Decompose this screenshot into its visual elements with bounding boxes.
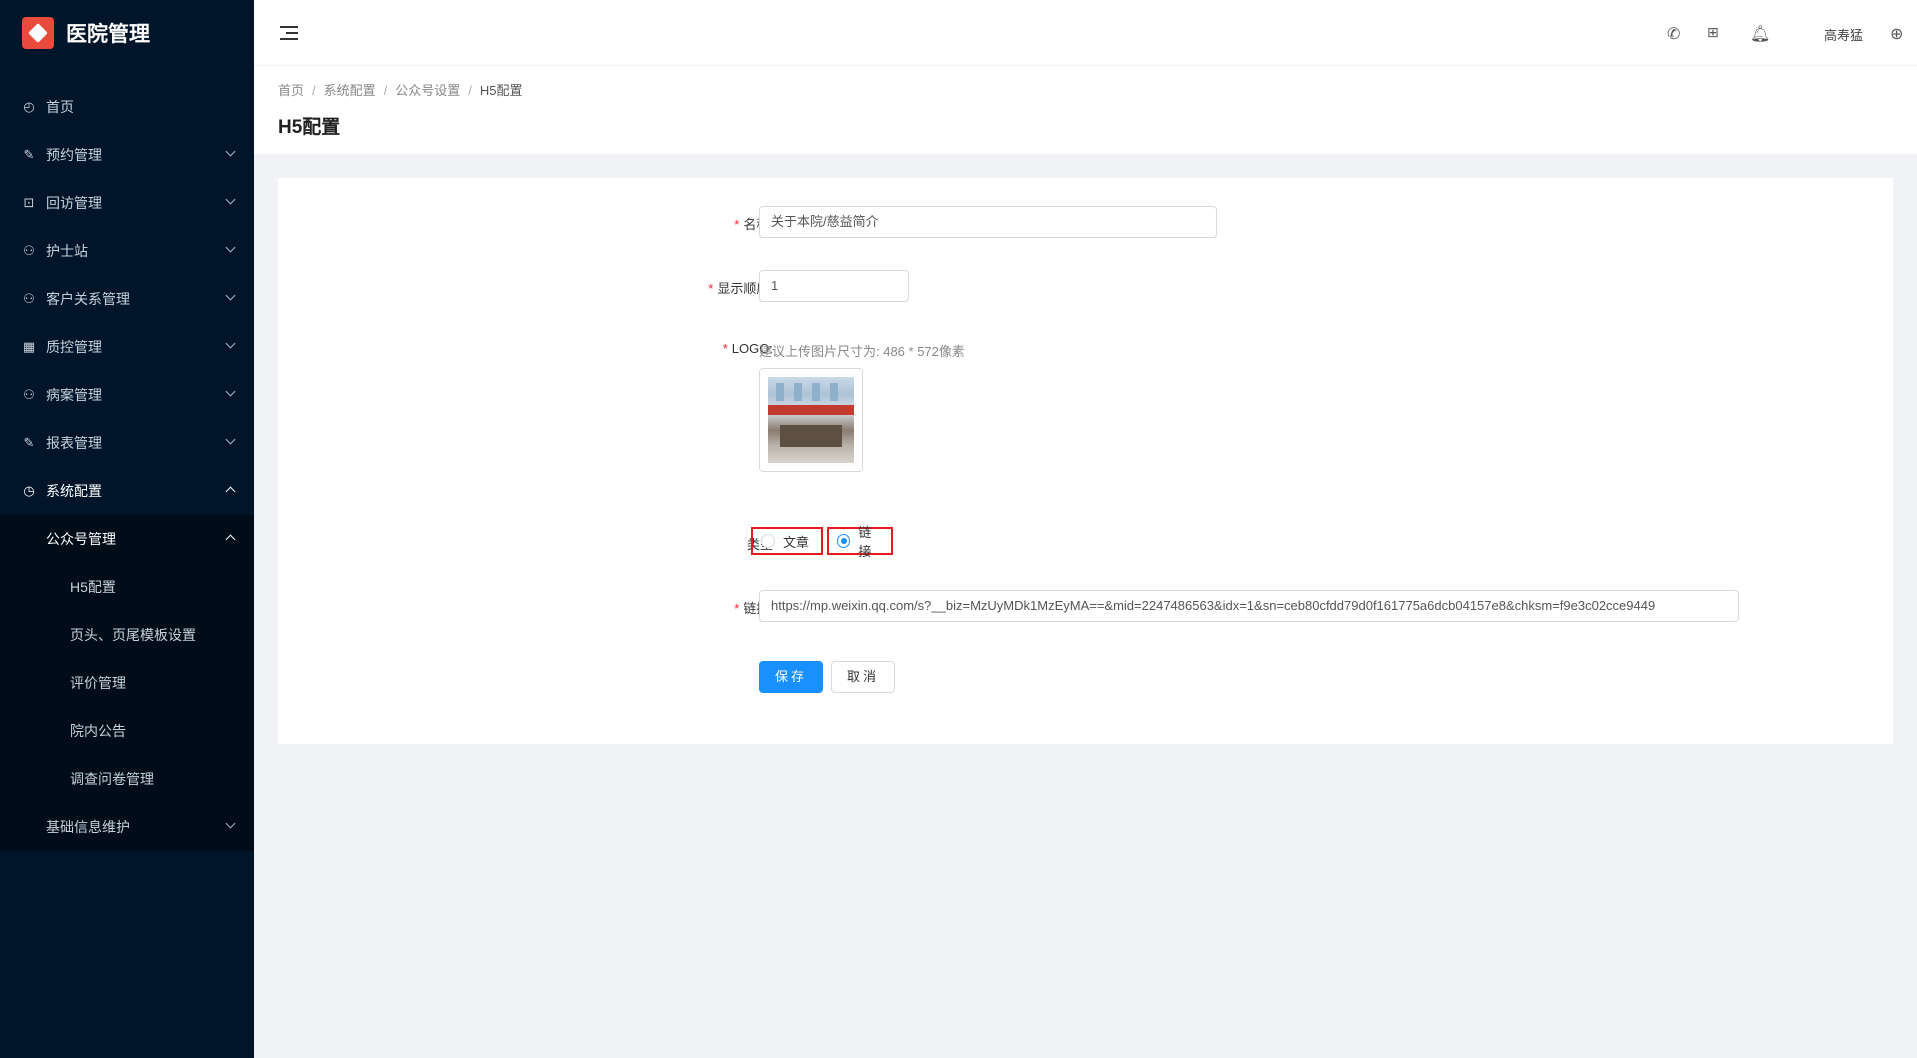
bell-icon[interactable]: 🔔︎ (1750, 24, 1770, 44)
sidebar: 医院管理 ◴ 首页 ✎ 预约管理 ⊡ 回访管理 ⚇ 护士站 ⚇ 客户关系管理 ▦ (0, 0, 254, 1058)
name-input[interactable]: 关于本院/慈益简介 (759, 206, 1217, 238)
sidebar-item-basic-info[interactable]: 基础信息维护 (0, 803, 254, 851)
sidebar-item-label: 质控管理 (46, 339, 102, 355)
user-icon: ⚇ (23, 243, 35, 258)
cancel-button[interactable]: 取消 (831, 661, 895, 693)
sidebar-item-crm[interactable]: ⚇ 客户关系管理 (0, 275, 254, 323)
sidebar-item-home[interactable]: ◴ 首页 (0, 83, 254, 131)
sidebar-item-nurse-station[interactable]: ⚇ 护士站 (0, 227, 254, 275)
sidebar-item-h5-config[interactable]: H5配置 (0, 563, 254, 611)
lock-icon: ⊡ (23, 195, 35, 210)
chevron-down-icon (225, 386, 236, 397)
edit-icon: ✎ (23, 147, 35, 162)
chevron-up-icon (225, 486, 236, 497)
chevron-down-icon (225, 434, 236, 445)
hospital-logo-icon (22, 17, 54, 49)
sidebar-item-label: 护士站 (46, 243, 88, 259)
sidebar-item-label: 回访管理 (46, 195, 102, 211)
table-icon: ▦ (22, 339, 36, 354)
menu-toggle-icon[interactable] (280, 26, 298, 40)
app-title: 医院管理 (66, 23, 150, 46)
sidebar-item-records[interactable]: ⚇ 病案管理 (0, 371, 254, 419)
user-icon: ⚇ (23, 387, 35, 402)
sidebar-item-label: 病案管理 (46, 387, 102, 403)
chevron-down-icon (225, 146, 236, 157)
sidebar-item-label: 调查问卷管理 (70, 771, 154, 787)
sidebar-item-wechat-management[interactable]: 公众号管理 (0, 515, 254, 563)
logo-hint: 建议上传图片尺寸为: 486 * 572像素 (759, 344, 965, 359)
app-logo[interactable]: 医院管理 (0, 0, 254, 66)
sidebar-item-quality[interactable]: ▦ 质控管理 (0, 323, 254, 371)
link-input[interactable]: https://mp.weixin.qq.com/s?__biz=MzUyMDk… (759, 590, 1739, 622)
submenu-system-config: 公众号管理 H5配置 页头、页尾模板设置 评价管理 院内公告 调查问卷管理 基础… (0, 515, 254, 851)
edit-icon: ✎ (23, 435, 35, 450)
form-card: *名称: 关于本院/慈益简介 *显示顺序: 1 *LOGO: 建议上传图片尺寸为… (278, 178, 1893, 744)
breadcrumb-item[interactable]: 系统配置 (324, 83, 376, 98)
sidebar-item-label: H5配置 (70, 579, 116, 595)
grid-icon[interactable]: ⊞ (1707, 24, 1719, 41)
logo-image (768, 377, 854, 463)
chevron-down-icon (225, 818, 236, 829)
chevron-down-icon (225, 242, 236, 253)
type-radio-article[interactable]: 文章 (751, 527, 823, 555)
save-button[interactable]: 保存 (759, 661, 823, 693)
sidebar-item-label: 预约管理 (46, 147, 102, 163)
chevron-down-icon (225, 194, 236, 205)
sidebar-item-label: 页头、页尾模板设置 (70, 627, 196, 643)
sidebar-item-reviews[interactable]: 评价管理 (0, 659, 254, 707)
top-header: ✆ ⊞ 🔔︎ 高寿猛 ⊕ (254, 0, 1917, 66)
breadcrumb: 首页 / 系统配置 / 公众号设置 / H5配置 (278, 83, 523, 98)
type-radio-link[interactable]: 链接 (827, 525, 893, 559)
breadcrumb-item-current: H5配置 (479, 83, 523, 98)
sidebar-item-system-config[interactable]: ◷ 系统配置 (0, 467, 254, 515)
sidebar-item-label: 公众号管理 (46, 531, 116, 547)
sidebar-item-label: 基础信息维护 (46, 819, 130, 835)
breadcrumb-item[interactable]: 首页 (278, 83, 304, 98)
sidebar-item-label: 系统配置 (46, 483, 102, 499)
logo-upload[interactable] (759, 368, 863, 472)
sidebar-item-surveys[interactable]: 调查问卷管理 (0, 755, 254, 803)
order-input[interactable]: 1 (759, 270, 909, 302)
globe-icon[interactable]: ⊕ (1890, 24, 1903, 44)
sidebar-item-announcements[interactable]: 院内公告 (0, 707, 254, 755)
breadcrumb-item[interactable]: 公众号设置 (395, 83, 460, 98)
radio-icon (761, 534, 775, 548)
user-icon: ⚇ (23, 291, 35, 306)
settings-icon: ◷ (23, 483, 35, 498)
page-title: H5配置 (278, 117, 341, 138)
sidebar-item-label: 院内公告 (70, 723, 126, 739)
sidebar-item-reports[interactable]: ✎ 报表管理 (0, 419, 254, 467)
chevron-up-icon (225, 534, 236, 545)
chevron-down-icon (225, 290, 236, 301)
sidebar-item-label: 评价管理 (70, 675, 126, 691)
sidebar-item-label: 报表管理 (46, 435, 102, 451)
sidebar-item-header-footer-templates[interactable]: 页头、页尾模板设置 (0, 611, 254, 659)
radio-checked-icon (837, 534, 851, 548)
chevron-down-icon (225, 338, 236, 349)
user-name[interactable]: 高寿猛 (1824, 25, 1863, 44)
dashboard-icon: ◴ (23, 99, 35, 114)
sidebar-item-label: 首页 (46, 99, 74, 115)
page-header: 首页 / 系统配置 / 公众号设置 / H5配置 H5配置 (254, 66, 1917, 154)
sidebar-item-followup[interactable]: ⊡ 回访管理 (0, 179, 254, 227)
phone-icon[interactable]: ✆ (1667, 24, 1680, 44)
sidebar-menu: ◴ 首页 ✎ 预约管理 ⊡ 回访管理 ⚇ 护士站 ⚇ 客户关系管理 ▦ 质控管理 (0, 83, 254, 851)
sidebar-item-label: 客户关系管理 (46, 291, 130, 307)
sidebar-item-appointments[interactable]: ✎ 预约管理 (0, 131, 254, 179)
